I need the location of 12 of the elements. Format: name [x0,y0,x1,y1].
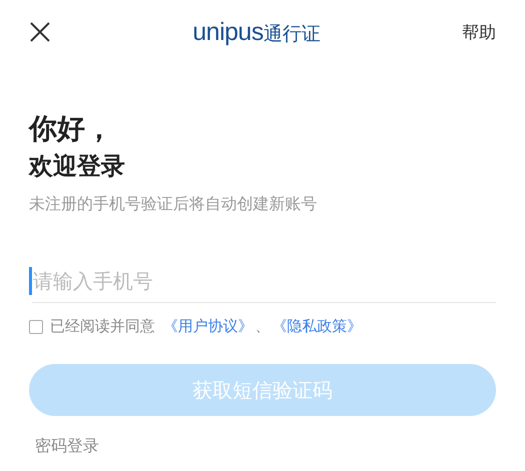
close-icon[interactable] [29,21,51,43]
separator-text: 、 [255,317,270,336]
help-link[interactable]: 帮助 [462,20,496,44]
policy-link[interactable]: 《用户协议》 [163,317,253,336]
agree-checkbox[interactable] [29,320,43,334]
logo: unipus通行证 [192,18,320,46]
greeting-title: 你好， [29,111,114,147]
password-login-link[interactable]: 密码登录 [35,436,496,457]
welcome-title: 欢迎登录 [29,151,126,182]
policy-link[interactable]: 《隐私政策》 [272,317,362,336]
agreement-text: 已经阅读并同意 [50,317,155,336]
subtitle: 未注册的手机号验证后将自动创建新账号 [29,194,318,215]
